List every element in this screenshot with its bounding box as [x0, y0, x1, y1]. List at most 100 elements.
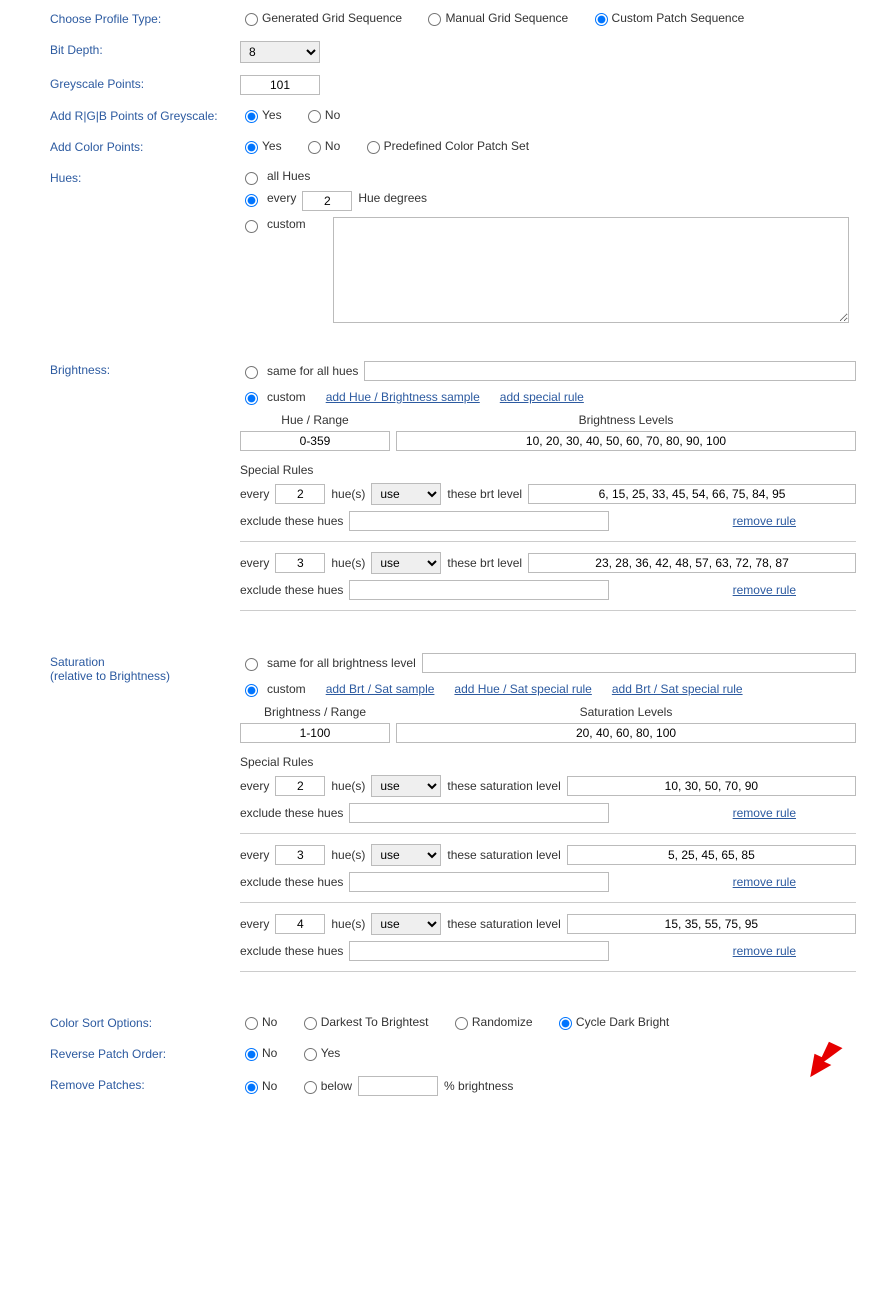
color-points-yes[interactable]: [245, 141, 258, 154]
saturation-levels-header: Saturation Levels: [396, 705, 856, 719]
hues-label: Hues:: [0, 169, 240, 185]
brightness-add-rule-link[interactable]: add special rule: [500, 390, 584, 404]
annotation-arrow-icon: [810, 1037, 860, 1087]
saturation-custom[interactable]: [245, 684, 258, 697]
greyscale-input[interactable]: [240, 75, 320, 95]
reverse-patch-no[interactable]: [245, 1048, 258, 1061]
saturation-rule3-remove[interactable]: remove rule: [733, 944, 796, 958]
profile-type-generated[interactable]: [245, 13, 258, 26]
saturation-rule3-every[interactable]: [275, 914, 325, 934]
rule-every-text: every: [240, 487, 269, 501]
brightness-rule2-remove[interactable]: remove rule: [733, 583, 796, 597]
brightness-rule1-levels[interactable]: [528, 484, 856, 504]
color-points-no-label: No: [325, 139, 340, 153]
color-sort-cycle-label: Cycle Dark Bright: [576, 1015, 669, 1029]
brightness-levels-input[interactable]: [396, 431, 856, 451]
color-sort-randomize[interactable]: [455, 1017, 468, 1030]
hues-custom[interactable]: [245, 220, 258, 233]
rule-brtlevel-text: these brt level: [447, 556, 522, 570]
hues-every-input[interactable]: [302, 191, 352, 211]
saturation-rule2-exclude[interactable]: [349, 872, 609, 892]
saturation-rule1-levels[interactable]: [567, 776, 856, 796]
brightness-custom-label: custom: [267, 390, 306, 404]
brightness-rule2-exclude[interactable]: [349, 580, 609, 600]
profile-type-label: Choose Profile Type:: [0, 10, 240, 26]
rule-hues-text: hue(s): [331, 848, 365, 862]
remove-patches-value[interactable]: [358, 1076, 438, 1096]
hues-every-suffix: Hue degrees: [358, 191, 427, 205]
brightness-rule1-use[interactable]: use: [371, 483, 441, 505]
hues-custom-textarea[interactable]: [333, 217, 849, 323]
color-sort-randomize-label: Randomize: [472, 1015, 533, 1029]
brightness-rule2-use[interactable]: use: [371, 552, 441, 574]
brightness-rule2-levels[interactable]: [528, 553, 856, 573]
rgb-points-label: Add R|G|B Points of Greyscale:: [0, 107, 240, 123]
rule-exclude-text: exclude these hues: [240, 875, 343, 889]
remove-patches-below[interactable]: [304, 1081, 317, 1094]
rgb-points-no[interactable]: [308, 110, 321, 123]
color-sort-cycle[interactable]: [559, 1017, 572, 1030]
brightness-same-input[interactable]: [364, 361, 856, 381]
hues-every-label: every: [267, 191, 296, 205]
brightness-rule1-remove[interactable]: remove rule: [733, 514, 796, 528]
reverse-patch-yes-label: Yes: [321, 1046, 341, 1060]
brightness-rule2-every[interactable]: [275, 553, 325, 573]
rule-exclude-text: exclude these hues: [240, 514, 343, 528]
hues-every[interactable]: [245, 194, 258, 207]
hues-all[interactable]: [245, 172, 258, 185]
color-points-yes-label: Yes: [262, 139, 282, 153]
remove-patches-below-label: below: [321, 1079, 352, 1093]
color-points-no[interactable]: [308, 141, 321, 154]
rule-satlevel-text: these saturation level: [447, 848, 560, 862]
saturation-add-sample-link[interactable]: add Brt / Sat sample: [326, 682, 435, 696]
rule-every-text: every: [240, 917, 269, 931]
color-sort-darkest-label: Darkest To Brightest: [321, 1015, 429, 1029]
color-sort-no[interactable]: [245, 1017, 258, 1030]
rule-brtlevel-text: these brt level: [447, 487, 522, 501]
brightness-same[interactable]: [245, 366, 258, 379]
rule-every-text: every: [240, 556, 269, 570]
rgb-points-yes[interactable]: [245, 110, 258, 123]
profile-type-manual-label: Manual Grid Sequence: [445, 11, 568, 25]
profile-type-custom[interactable]: [595, 13, 608, 26]
saturation-same-input[interactable]: [422, 653, 856, 673]
brightness-custom[interactable]: [245, 392, 258, 405]
brightness-rule1-exclude[interactable]: [349, 511, 609, 531]
saturation-rule1-remove[interactable]: remove rule: [733, 806, 796, 820]
saturation-rule3-levels[interactable]: [567, 914, 856, 934]
color-points-predefined[interactable]: [367, 141, 380, 154]
saturation-special-rules-header: Special Rules: [240, 755, 856, 769]
greyscale-label: Greyscale Points:: [0, 75, 240, 91]
saturation-rule3-use[interactable]: use: [371, 913, 441, 935]
color-sort-darkest[interactable]: [304, 1017, 317, 1030]
saturation-rule3-exclude[interactable]: [349, 941, 609, 961]
remove-patches-no[interactable]: [245, 1081, 258, 1094]
bit-depth-select[interactable]: 8: [240, 41, 320, 63]
color-points-label: Add Color Points:: [0, 138, 240, 154]
saturation-add-brt-rule-link[interactable]: add Brt / Sat special rule: [612, 682, 743, 696]
profile-type-manual[interactable]: [428, 13, 441, 26]
saturation-rule1-every[interactable]: [275, 776, 325, 796]
saturation-rule2-remove[interactable]: remove rule: [733, 875, 796, 889]
saturation-label: Saturation (relative to Brightness): [0, 653, 240, 683]
saturation-add-hue-rule-link[interactable]: add Hue / Sat special rule: [454, 682, 591, 696]
saturation-rule1-exclude[interactable]: [349, 803, 609, 823]
remove-patches-label: Remove Patches:: [0, 1076, 240, 1092]
saturation-brt-range-header: Brightness / Range: [240, 705, 390, 719]
rule-exclude-text: exclude these hues: [240, 806, 343, 820]
saturation-rule2-use[interactable]: use: [371, 844, 441, 866]
saturation-rule2-every[interactable]: [275, 845, 325, 865]
reverse-patch-yes[interactable]: [304, 1048, 317, 1061]
saturation-same[interactable]: [245, 658, 258, 671]
brightness-hue-range-input[interactable]: [240, 431, 390, 451]
saturation-rule2-levels[interactable]: [567, 845, 856, 865]
bit-depth-label: Bit Depth:: [0, 41, 240, 57]
saturation-levels-input[interactable]: [396, 723, 856, 743]
rule-satlevel-text: these saturation level: [447, 779, 560, 793]
brightness-rule1-every[interactable]: [275, 484, 325, 504]
saturation-rule1-use[interactable]: use: [371, 775, 441, 797]
brightness-add-sample-link[interactable]: add Hue / Brightness sample: [326, 390, 480, 404]
remove-patches-no-label: No: [262, 1079, 277, 1093]
saturation-brt-range-input[interactable]: [240, 723, 390, 743]
brightness-special-rules-header: Special Rules: [240, 463, 856, 477]
